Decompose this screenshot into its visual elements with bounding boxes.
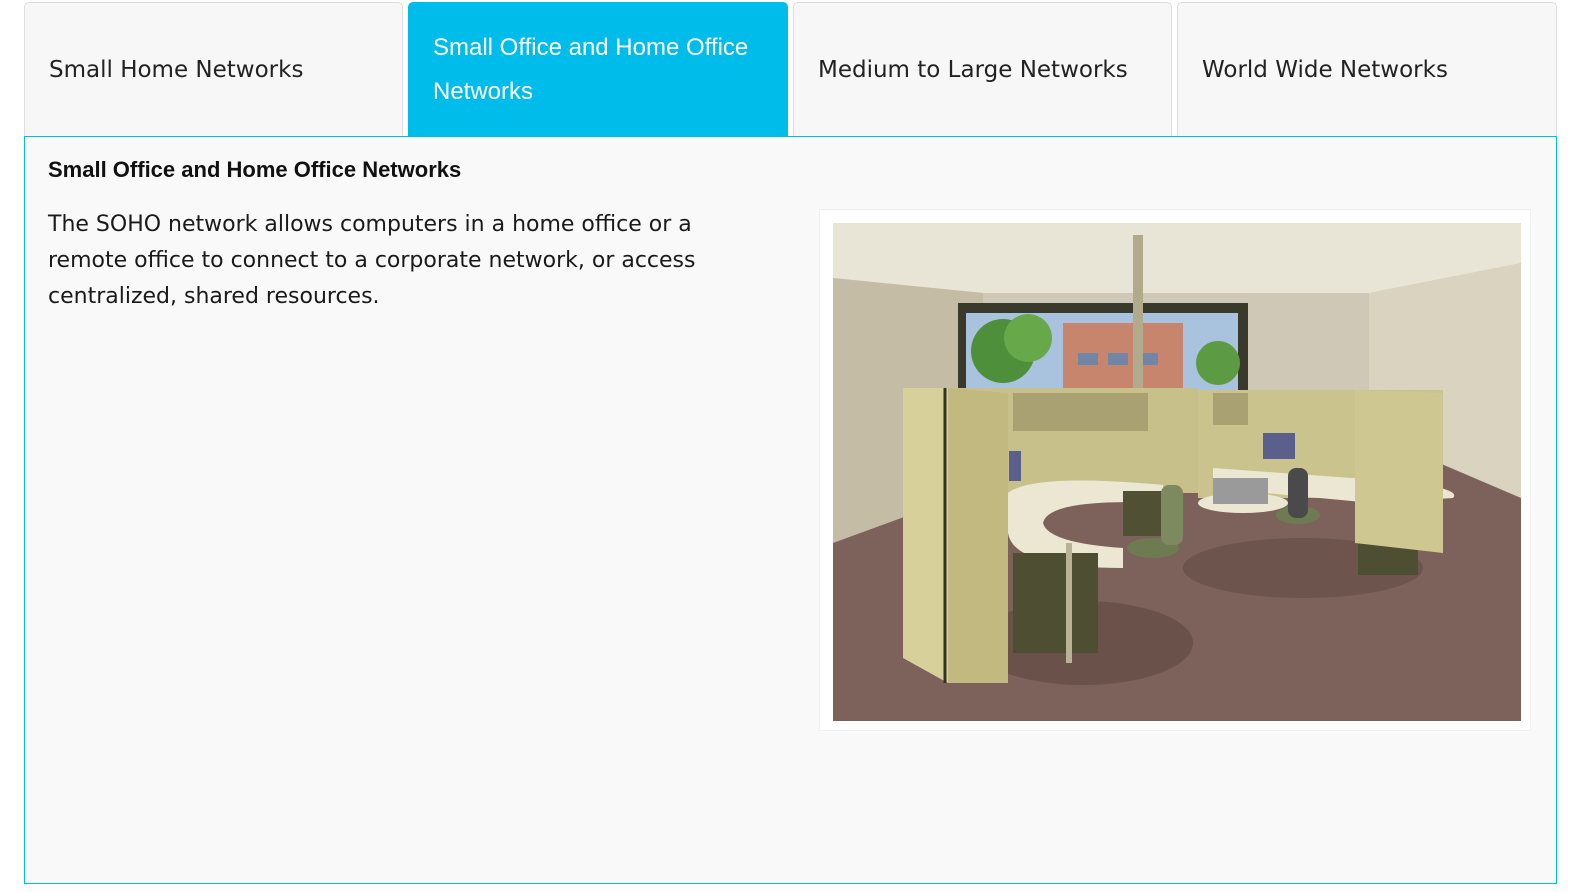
tab-label: World Wide Networks [1202,56,1448,83]
tab-bar: Small Home Networks Small Office and Hom… [24,2,1557,136]
tab-small-home-networks[interactable]: Small Home Networks [24,2,403,136]
tab-label: Small Home Networks [49,56,304,83]
tab-soho-networks[interactable]: Small Office and Home Office Networks [408,2,788,136]
tab-panel: Small Office and Home Office Networks Th… [24,136,1557,884]
office-cubicles-illustration [833,223,1521,721]
tab-label: Medium to Large Networks [818,56,1128,83]
office-illustration-frame [819,209,1531,731]
tab-medium-large-networks[interactable]: Medium to Large Networks [793,2,1172,136]
tab-label: Small Office and Home Office Networks [433,33,749,105]
tab-world-wide-networks[interactable]: World Wide Networks [1177,2,1557,136]
panel-title: Small Office and Home Office Networks [48,157,462,182]
panel-description: The SOHO network allows computers in a h… [48,212,696,309]
